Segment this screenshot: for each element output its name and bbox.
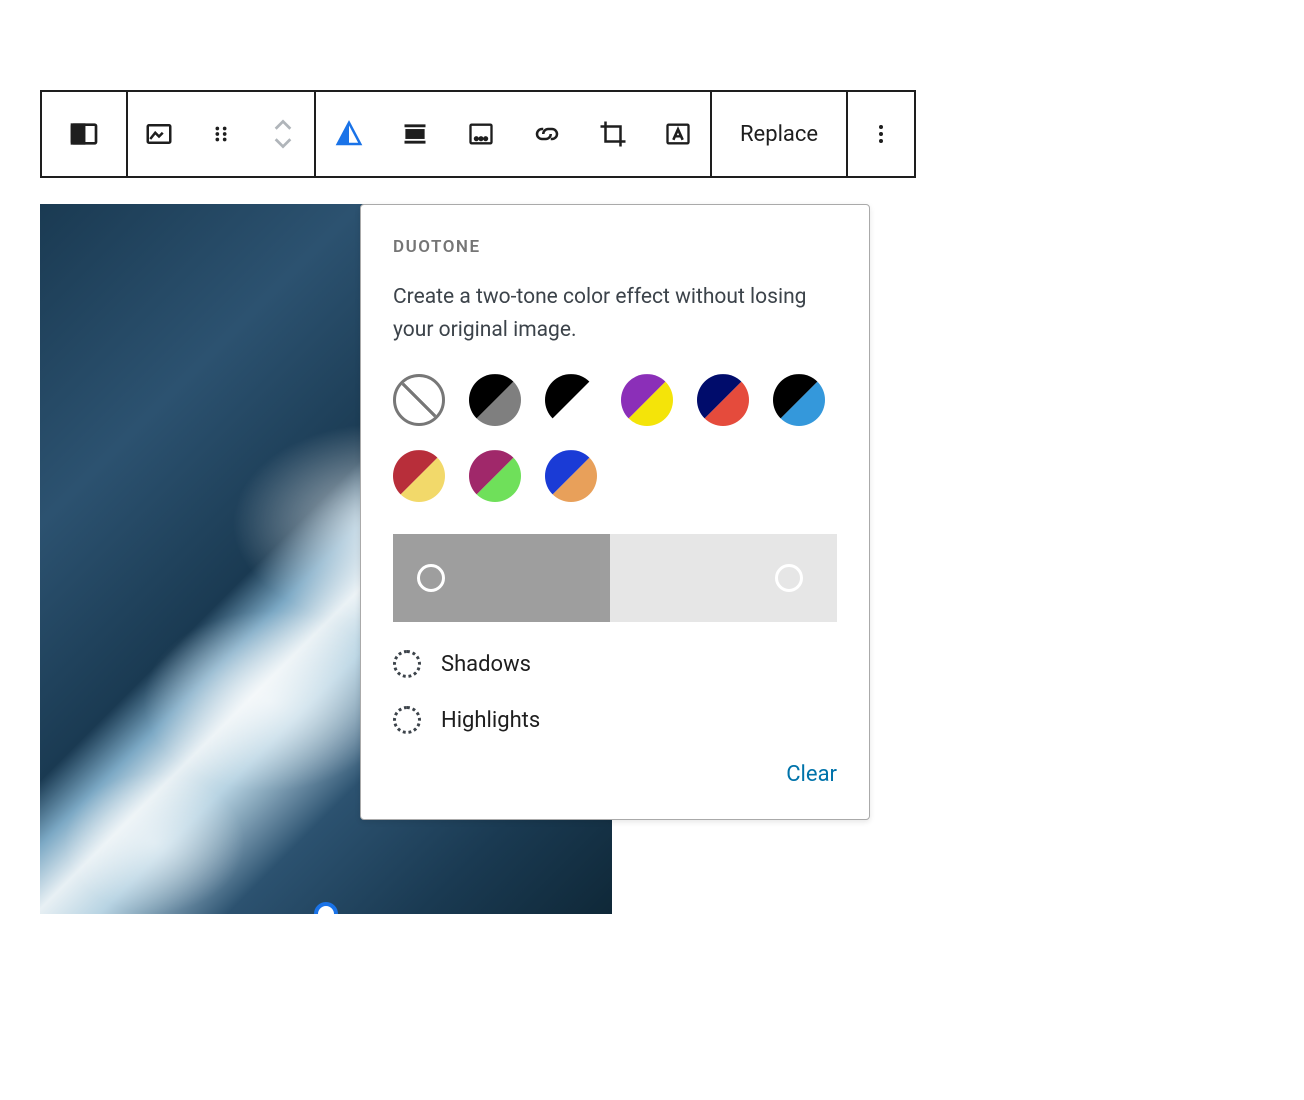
dotted-circle-icon [393,650,421,678]
more-options-button[interactable] [848,92,914,176]
drag-handle[interactable] [190,92,252,176]
duotone-popover: DUOTONE Create a two-tone color effect w… [360,204,870,820]
dotted-circle-icon [393,706,421,734]
block-toolbar: Replace [40,90,1040,178]
duotone-swatch-0[interactable] [393,374,445,426]
text-overlay-button[interactable] [646,92,712,176]
clear-button[interactable]: Clear [786,762,837,787]
crop-icon [598,119,628,149]
drag-icon [210,123,232,145]
caption-button[interactable] [448,92,514,176]
panel-icon [68,118,100,150]
image-block-button[interactable] [128,92,190,176]
highlights-well[interactable] [610,534,837,622]
duotone-swatch-8[interactable] [545,450,597,502]
more-vertical-icon [869,122,893,146]
panel-toggle-button[interactable] [42,92,126,176]
link-icon [532,119,562,149]
popover-description: Create a two-tone color effect without l… [393,281,837,346]
duotone-swatch-6[interactable] [393,450,445,502]
duotone-swatch-3[interactable] [621,374,673,426]
swatch-list [393,374,837,502]
shadows-label: Shadows [441,652,531,677]
color-wells [393,534,837,622]
move-arrows[interactable] [252,92,314,176]
shadows-well[interactable] [393,534,610,622]
link-button[interactable] [514,92,580,176]
highlights-label: Highlights [441,708,540,733]
duotone-swatch-5[interactable] [773,374,825,426]
well-circle-icon [775,564,803,592]
duotone-swatch-2[interactable] [545,374,597,426]
duotone-swatch-4[interactable] [697,374,749,426]
image-icon [144,119,174,149]
highlights-picker[interactable]: Highlights [393,706,837,734]
text-overlay-icon [664,120,692,148]
crop-button[interactable] [580,92,646,176]
duotone-icon [334,119,364,149]
duotone-swatch-7[interactable] [469,450,521,502]
popover-title: DUOTONE [393,237,837,257]
duotone-swatch-1[interactable] [469,374,521,426]
chevron-updown-icon [272,119,294,149]
align-icon [401,120,429,148]
duotone-button[interactable] [316,92,382,176]
shadows-picker[interactable]: Shadows [393,650,837,678]
caption-icon [467,120,495,148]
align-button[interactable] [382,92,448,176]
replace-button[interactable]: Replace [712,92,848,176]
well-circle-icon [417,564,445,592]
